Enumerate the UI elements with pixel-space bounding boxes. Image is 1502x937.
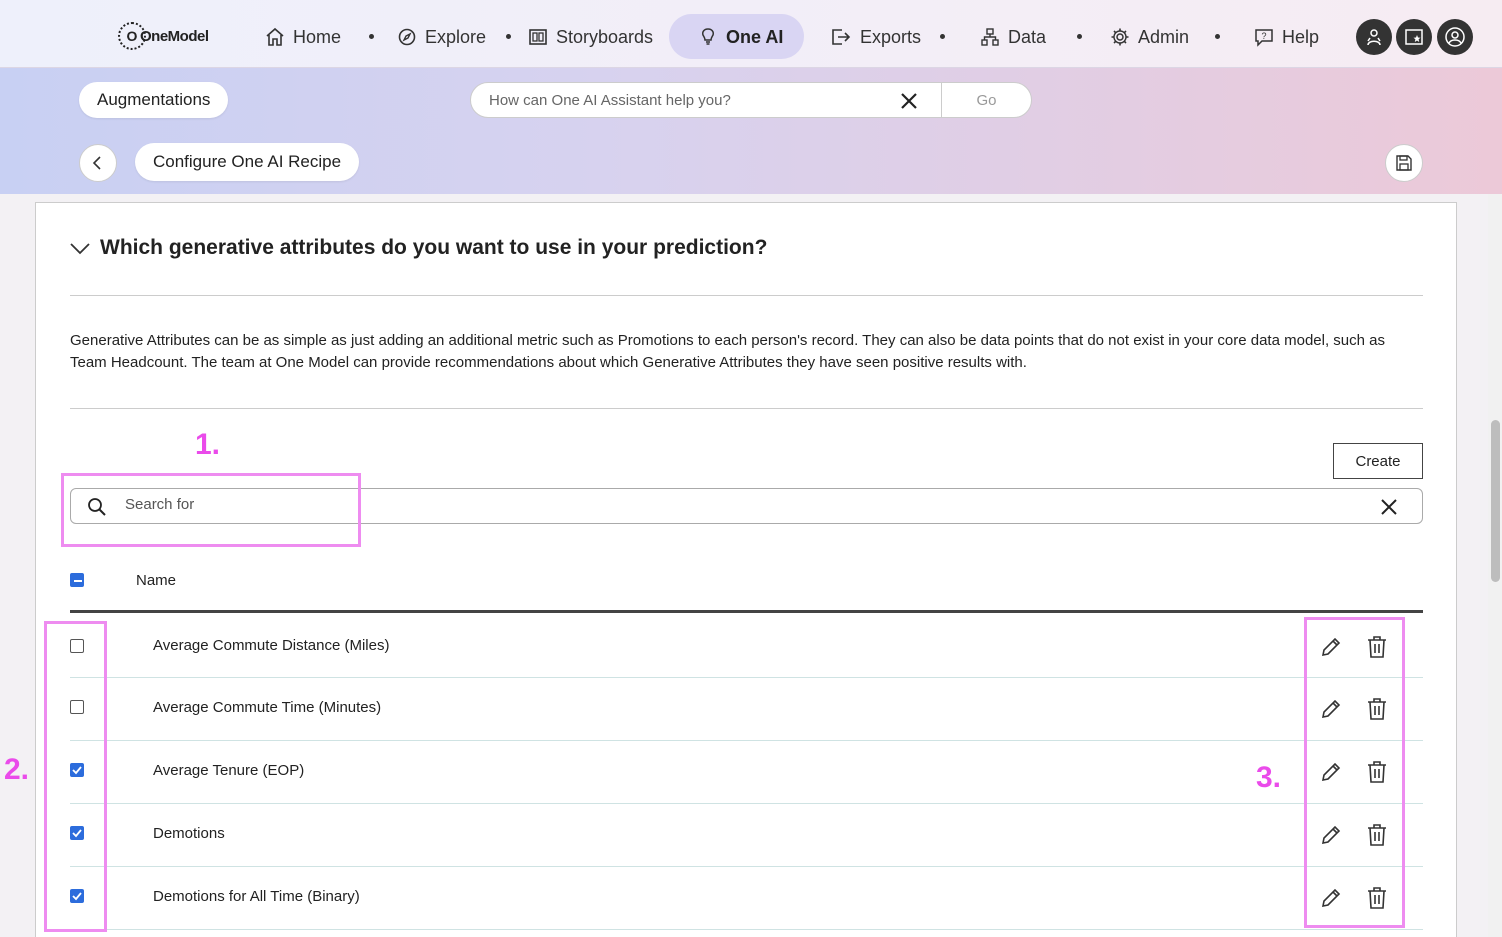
annotation-box-search (61, 473, 361, 547)
nav-admin-label: Admin (1138, 26, 1190, 47)
annotation-box-actions (1304, 617, 1405, 928)
divider (70, 408, 1423, 409)
nav-home-label: Home (293, 26, 342, 47)
table-header: Name (70, 565, 1423, 613)
nav-explore-label: Explore (425, 26, 487, 47)
nav-separator (940, 34, 945, 39)
nav-separator (506, 34, 511, 39)
logo-text: OneModel (140, 27, 209, 45)
augmentations-button[interactable]: Augmentations (79, 82, 229, 118)
nav-data-label: Data (1008, 26, 1047, 47)
top-navigation: O OneModel Home Explore Storyboards One … (0, 0, 1502, 68)
select-all-checkbox[interactable] (70, 573, 84, 587)
page-title-label: Configure One AI Recipe (153, 152, 342, 171)
annotation-box-checkboxes (44, 621, 107, 932)
lightbulb-icon (702, 28, 714, 45)
table-row: Demotions for All Time (Binary) (70, 867, 1423, 930)
chevron-down-icon[interactable] (69, 240, 91, 263)
nav-storyboards[interactable]: Storyboards (528, 22, 653, 52)
people-icon (1367, 29, 1381, 46)
row-name: Average Commute Distance (Miles) (153, 637, 390, 654)
table-row: Demotions (70, 804, 1423, 867)
data-icon (981, 28, 999, 46)
clear-icon[interactable] (899, 91, 919, 116)
ai-assistant-input[interactable] (489, 91, 889, 109)
row-name: Demotions for All Time (Binary) (153, 888, 360, 905)
nav-exports[interactable]: Exports (830, 22, 921, 52)
divider (70, 295, 1423, 296)
row-name: Average Tenure (EOP) (153, 762, 305, 779)
name-column-header: Name (136, 572, 177, 589)
compass-icon (398, 28, 416, 46)
row-name: Average Commute Time (Minutes) (153, 699, 382, 716)
annotation-label-2: 2. (4, 753, 30, 786)
augmentations-label: Augmentations (97, 90, 211, 109)
save-icon (1396, 155, 1412, 171)
chevron-left-icon (92, 156, 101, 170)
gear-icon (1111, 28, 1129, 46)
clear-search-icon[interactable] (1379, 497, 1399, 522)
nav-one-ai[interactable]: One AI (698, 22, 783, 52)
nav-data[interactable]: Data (980, 22, 1046, 52)
section-title: Which generative attributes do you want … (100, 236, 768, 259)
favorites-button[interactable] (1396, 19, 1432, 55)
help-icon: ? (1255, 29, 1273, 47)
nav-separator (1077, 34, 1082, 39)
table-row: Average Commute Time (Minutes) (70, 678, 1423, 741)
home-icon (266, 27, 284, 46)
table-row: Average Commute Distance (Miles) (70, 615, 1423, 678)
user-profile-button[interactable] (1437, 19, 1473, 55)
back-button[interactable] (79, 144, 117, 182)
annotation-label-1: 1. (195, 428, 221, 461)
export-icon (832, 29, 851, 45)
nav-separator (369, 34, 374, 39)
section-description: Generative Attributes can be as simple a… (70, 332, 1385, 371)
go-button[interactable]: Go (941, 83, 1031, 117)
nav-home[interactable]: Home (265, 22, 341, 52)
nav-separator (1215, 34, 1220, 39)
nav-help[interactable]: ? Help (1254, 22, 1319, 52)
svg-text:?: ? (1261, 31, 1266, 41)
row-name: Demotions (153, 825, 225, 842)
storyboard-icon (529, 29, 547, 45)
nav-explore[interactable]: Explore (397, 22, 486, 52)
scrollbar-thumb[interactable] (1491, 420, 1500, 582)
people-button[interactable] (1356, 19, 1392, 55)
user-icon (1445, 27, 1465, 47)
nav-one-ai-label: One AI (726, 26, 784, 47)
onemodel-logo[interactable]: O OneModel (118, 22, 209, 50)
page-title: Configure One AI Recipe (135, 143, 360, 181)
table-row: Average Tenure (EOP) (70, 741, 1423, 804)
save-button[interactable] (1385, 144, 1423, 182)
ai-assistant-search: Go (470, 82, 1032, 118)
nav-admin[interactable]: Admin (1110, 22, 1189, 52)
annotation-label-3: 3. (1256, 761, 1282, 794)
nav-storyboards-label: Storyboards (556, 26, 654, 47)
nav-help-label: Help (1282, 26, 1320, 47)
star-board-icon (1405, 29, 1423, 45)
create-button[interactable]: Create (1333, 443, 1423, 479)
nav-exports-label: Exports (860, 26, 922, 47)
